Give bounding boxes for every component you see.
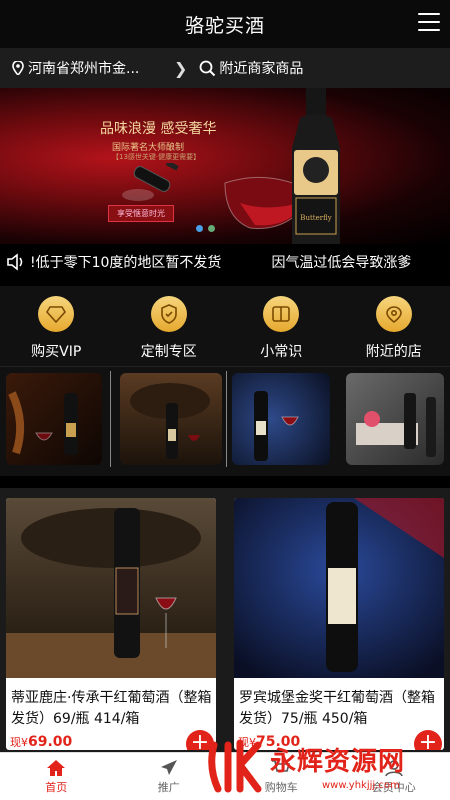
book-icon — [263, 296, 300, 332]
send-icon — [160, 759, 177, 775]
product-price: 现¥69.00 — [10, 734, 73, 750]
category-label: 定制专区 — [140, 344, 197, 360]
location-pin-icon — [12, 61, 24, 75]
tab-label: 会员中心 — [371, 780, 416, 794]
location-selector[interactable]: 河南省郑州市金... — [12, 58, 162, 78]
product-list: 蒂亚鹿庄·传承干红葡萄酒（整箱发货）69/瓶 414/箱 现¥69.00 + 罗… — [0, 488, 450, 758]
tab-cart[interactable]: 购物车 — [225, 753, 338, 800]
diamond-icon — [38, 296, 75, 332]
product-name: 蒂亚鹿庄·传承干红葡萄酒（整箱发货）69/瓶 414/箱 — [11, 690, 212, 727]
banner-small-text: 【13感世关键·健康更需要】 — [112, 153, 201, 161]
wine-bottle-image: Butterfly — [292, 88, 340, 244]
tab-promotion[interactable]: 推广 — [113, 753, 226, 800]
location-icon — [375, 296, 412, 332]
promo-thumb-cellar[interactable] — [120, 373, 222, 465]
tilted-bottle-image — [122, 163, 179, 201]
product-image — [234, 498, 444, 678]
banner-tag: 享受惬意时光 — [108, 205, 174, 222]
divider — [110, 371, 111, 467]
banner-slogan: 品味浪漫 感受奢华 — [100, 121, 217, 137]
tab-label: 购物车 — [264, 780, 298, 794]
nearby-label: 附近商家商品 — [219, 61, 304, 77]
product-image — [6, 498, 216, 678]
cart-icon — [272, 759, 291, 772]
product-card[interactable]: 蒂亚鹿庄·传承干红葡萄酒（整箱发货）69/瓶 414/箱 现¥69.00 + — [6, 498, 216, 750]
divider — [226, 371, 227, 467]
product-card[interactable]: 罗宾城堡金奖干红葡萄酒（整箱发货）75/瓶 450/箱 现¥75.00 + — [234, 498, 444, 750]
notice-text-next: 因气温过低会导致涨爹 — [271, 255, 412, 271]
page-title: 骆驼买酒 — [184, 14, 265, 37]
category-nearby-shops[interactable]: 附近的店 — [338, 286, 450, 366]
home-icon — [47, 759, 66, 776]
promo-banner[interactable]: 品味浪漫 感受奢华 国际著名大师酿制 【13感世关键·健康更需要】 享受惬意时光… — [0, 88, 450, 244]
chevron-right-icon[interactable]: ❯ — [174, 59, 187, 78]
carousel-dot[interactable] — [208, 225, 215, 232]
category-label: 附近的店 — [365, 344, 422, 360]
notice-text: !低于零下10度的地区暂不发货 — [30, 255, 222, 271]
tab-home[interactable]: 首页 — [0, 753, 113, 800]
promo-thumb-violin[interactable] — [6, 373, 102, 465]
promo-thumbnails — [0, 366, 450, 476]
category-tips[interactable]: 小常识 — [225, 286, 338, 366]
category-grid: 购买VIP 定制专区 小常识 附近的店 — [0, 286, 450, 366]
nearby-products-link[interactable]: 附近商家商品 — [199, 58, 303, 78]
bottom-tab-bar: 首页 推广 购物车 会员中心 — [0, 752, 450, 800]
user-icon — [384, 759, 403, 776]
shield-check-icon — [150, 296, 187, 332]
menu-icon[interactable] — [418, 13, 440, 31]
add-to-cart-button[interactable]: + — [186, 730, 214, 750]
category-custom-zone[interactable]: 定制专区 — [113, 286, 226, 366]
carousel-dot-active[interactable] — [196, 225, 203, 232]
product-price: 现¥75.00 — [238, 734, 301, 750]
bottle-brand-text: Butterfly — [300, 214, 331, 222]
speaker-icon — [7, 253, 23, 271]
category-label: 小常识 — [260, 344, 303, 360]
tab-label: 首页 — [45, 780, 68, 794]
add-to-cart-button[interactable]: + — [414, 730, 442, 750]
product-name: 罗宾城堡金奖干红葡萄酒（整箱发货）75/瓶 450/箱 — [239, 690, 435, 727]
tab-member-center[interactable]: 会员中心 — [338, 753, 450, 800]
category-label: 购买VIP — [31, 344, 82, 360]
promo-thumb-bottle-blue[interactable] — [232, 373, 330, 465]
notice-bar: !低于零下10度的地区暂不发货 因气温过低会导致涨爹 — [0, 244, 450, 280]
search-icon — [200, 60, 216, 76]
tab-label: 推广 — [157, 780, 180, 794]
category-buy-vip[interactable]: 购买VIP — [0, 286, 113, 366]
location-bar: 河南省郑州市金... ❯ 附近商家商品 — [0, 48, 450, 88]
app-header: 骆驼买酒 — [0, 0, 450, 48]
promo-thumb-gift[interactable] — [346, 373, 444, 465]
location-text: 河南省郑州市金... — [28, 61, 140, 77]
